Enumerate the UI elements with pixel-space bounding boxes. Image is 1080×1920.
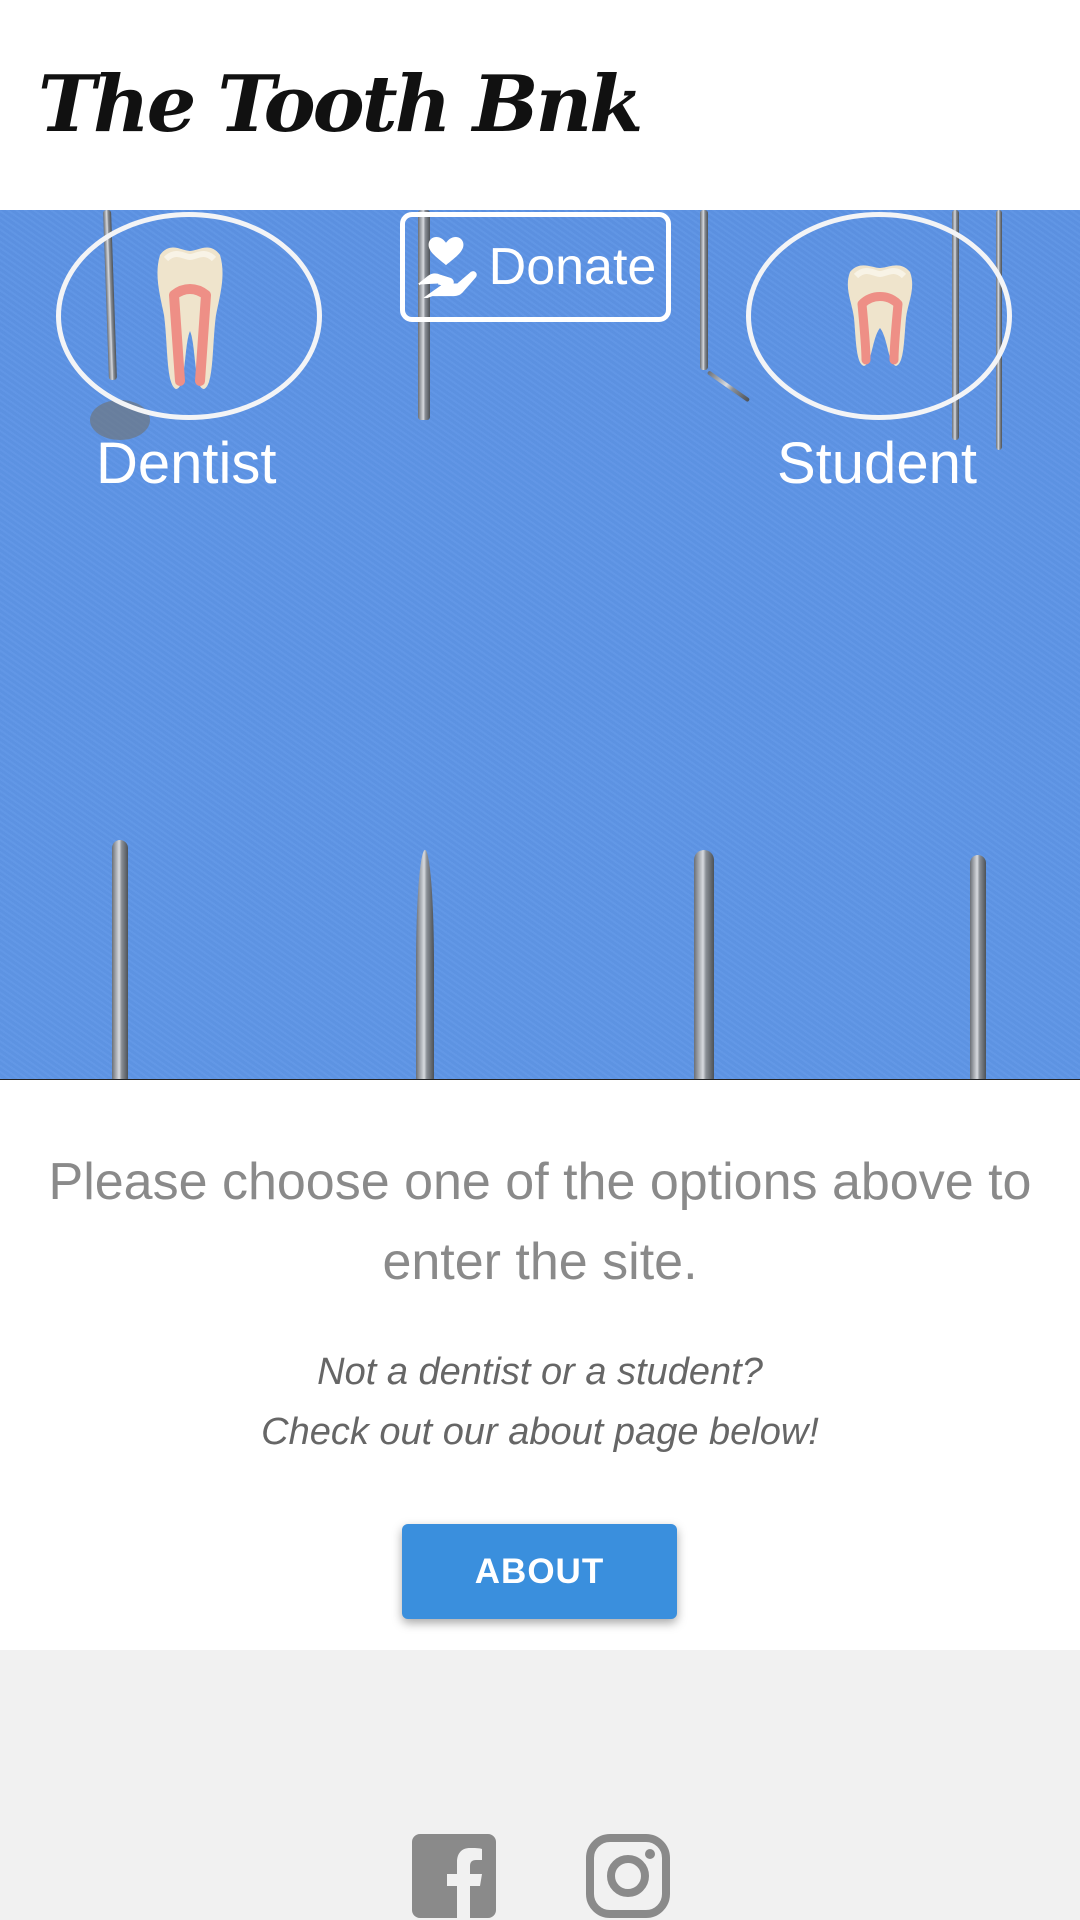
tooth-icon <box>847 265 913 366</box>
intro-heading: Please choose one of the options above t… <box>48 1153 1032 1291</box>
intro-subtext-line-2: Check out our about page below! <box>261 1411 819 1453</box>
instrument-bottom-2 <box>416 850 434 1079</box>
donate-button[interactable]: Donate <box>400 212 671 322</box>
instrument-bottom-4 <box>970 855 986 1079</box>
instagram-icon[interactable] <box>586 1834 670 1918</box>
logo-text-part-1: The Tooth B <box>38 59 538 150</box>
student-option[interactable]: Student <box>746 210 1016 510</box>
instrument-bottom-1 <box>112 840 128 1079</box>
intro-subtext-line-1: Not a dentist or a student? <box>317 1351 763 1393</box>
facebook-icon[interactable] <box>412 1834 496 1918</box>
logo-text-part-2: nk <box>535 59 644 150</box>
site-footer <box>0 1650 1080 1920</box>
intro-subtext: Not a dentist or a student? Check out ou… <box>90 1342 990 1462</box>
dentist-label: Dentist <box>96 431 277 496</box>
dentist-option[interactable]: Dentist <box>56 210 326 510</box>
donate-label: Donate <box>488 238 657 296</box>
instrument-bottom-3 <box>694 850 714 1079</box>
heart-hand-icon <box>417 236 477 298</box>
site-header: The Tooth B nk <box>0 0 1080 210</box>
student-label: Student <box>777 431 977 496</box>
intro-section: Please choose one of the options above t… <box>0 1080 1080 1650</box>
tooth-icon <box>157 247 223 389</box>
about-button[interactable]: ABOUT <box>402 1524 677 1619</box>
hero-banner: Dentist Student <box>0 210 1080 1080</box>
logo[interactable]: The Tooth B nk <box>38 55 643 155</box>
instrument-top-3 <box>700 210 708 370</box>
